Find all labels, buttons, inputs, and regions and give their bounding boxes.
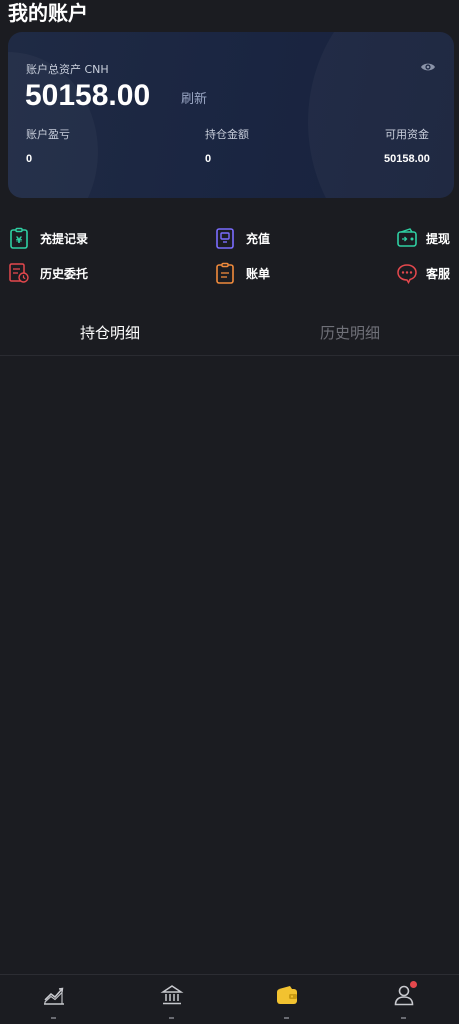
withdraw-button[interactable]: 提现: [396, 226, 450, 250]
market-chart-icon: [44, 987, 64, 1005]
wallet-icon: [277, 986, 297, 1004]
recharge-button[interactable]: 充值: [214, 226, 270, 250]
position-amount-value: 0: [205, 153, 212, 165]
history-order-button[interactable]: 历史委托: [8, 261, 88, 285]
history-order-label: 历史委托: [40, 266, 89, 281]
nav-indicator: [169, 1017, 174, 1019]
withdraw-wallet-icon: [397, 228, 417, 247]
deposit-record-icon: ¥: [10, 227, 28, 249]
position-amount-label: 持仓金额: [205, 128, 249, 141]
bill-button[interactable]: 账单: [214, 261, 270, 285]
nav-indicator: [401, 1017, 406, 1019]
deposit-record-label: 充提记录: [40, 231, 89, 246]
nav-wallet[interactable]: [272, 981, 302, 1021]
deposit-record-button[interactable]: ¥ 充提记录: [8, 226, 88, 250]
customer-service-icon: [397, 264, 417, 284]
recharge-label: 充值: [246, 231, 271, 246]
tab-position-detail[interactable]: 持仓明细: [80, 322, 140, 343]
available-funds-value: 50158.00: [384, 153, 430, 165]
notification-badge: [410, 981, 417, 988]
profit-loss-value: 0: [26, 153, 33, 165]
refresh-button[interactable]: 刷新: [181, 88, 207, 107]
detail-tabs: 持仓明细 历史明细: [0, 312, 459, 356]
bill-icon: [216, 262, 234, 284]
svg-text:¥: ¥: [16, 236, 23, 246]
bill-label: 账单: [246, 266, 271, 281]
nav-indicator: [284, 1017, 289, 1019]
history-order-icon: [9, 263, 29, 283]
recharge-icon: [216, 228, 234, 249]
nav-indicator: [51, 1017, 56, 1019]
asset-card: 账户总资产 CNH 50158.00 刷新 账户盈亏 持仓金额 可用资金 0 0…: [8, 32, 454, 198]
card-decoration: [308, 32, 454, 198]
nav-market[interactable]: [39, 981, 69, 1021]
total-asset-value: 50158.00: [25, 79, 151, 112]
page-title: 我的账户: [8, 1, 88, 25]
withdraw-label: 提现: [426, 231, 451, 246]
total-asset-label: 账户总资产 CNH: [26, 63, 109, 76]
nav-profile[interactable]: [389, 981, 419, 1021]
nav-bank[interactable]: [157, 981, 187, 1021]
bottom-nav: [0, 974, 459, 1024]
customer-service-button[interactable]: 客服: [396, 261, 450, 285]
bank-icon: [160, 985, 184, 1005]
tab-history-detail[interactable]: 历史明细: [320, 322, 380, 343]
profit-loss-label: 账户盈亏: [26, 128, 70, 141]
customer-service-label: 客服: [426, 266, 451, 281]
available-funds-label: 可用资金: [385, 128, 429, 141]
eye-icon[interactable]: [420, 60, 436, 74]
